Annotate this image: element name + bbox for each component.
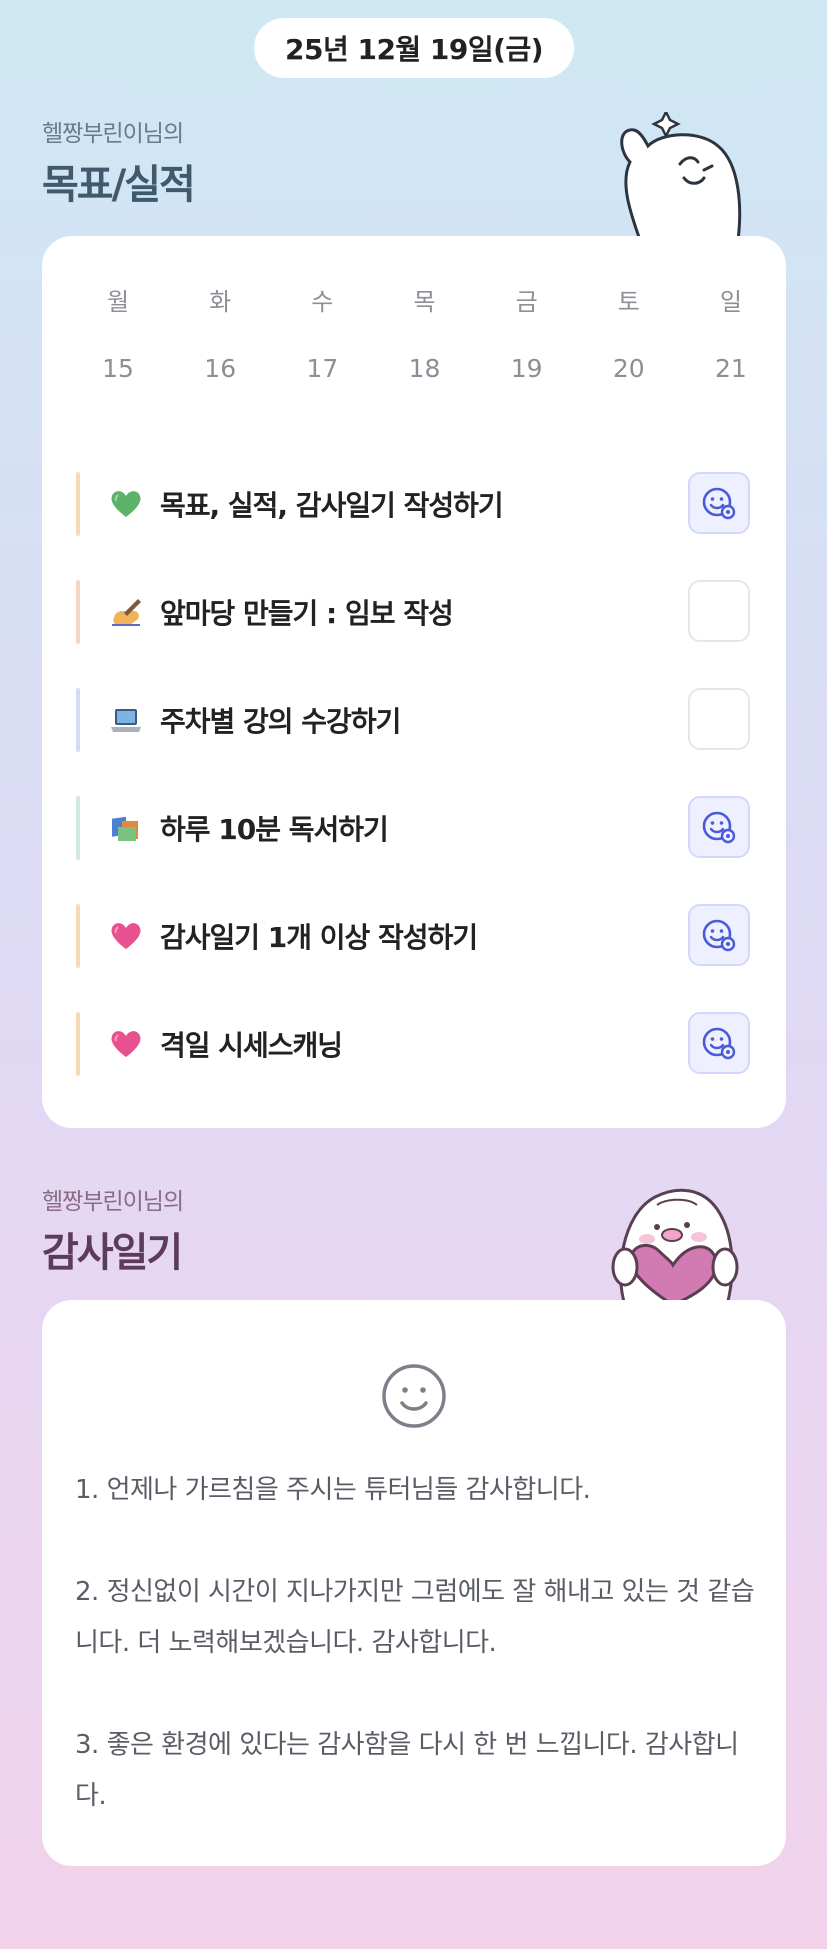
goal-check-button[interactable] bbox=[688, 472, 750, 534]
smile-check-icon bbox=[702, 487, 736, 520]
goal-check-button[interactable] bbox=[688, 904, 750, 966]
day-number-row: 15 16 17 18 19 20 21 bbox=[67, 354, 782, 383]
diary-entry: 2. 정신없이 시간이 지나가지만 그럼에도 잘 해내고 있는 것 같습니다. … bbox=[75, 1577, 755, 1658]
weekday-wed: 수 bbox=[311, 288, 334, 316]
diary-section-header: 헬짱부린이님의 감사일기 bbox=[42, 1182, 184, 1278]
goal-row: 앞마당 만들기 : 임보 작성 bbox=[76, 558, 756, 666]
goal-text: 앞마당 만들기 : 임보 작성 bbox=[160, 597, 454, 630]
goals-card: 월 화 수 목 금 토 일 15 16 17 18 19 20 21 목표, 실… bbox=[42, 236, 786, 1128]
day-16[interactable]: 16 bbox=[169, 354, 271, 383]
weekday-thu: 목 bbox=[413, 288, 436, 316]
goal-color-bar bbox=[76, 688, 80, 752]
weekday-tue: 화 bbox=[209, 288, 232, 316]
weekday-mon: 월 bbox=[107, 288, 130, 316]
goal-row: 감사일기 1개 이상 작성하기 bbox=[76, 882, 756, 990]
goal-color-bar bbox=[76, 472, 80, 536]
goal-text: 하루 10분 독서하기 bbox=[160, 813, 389, 846]
date-pill[interactable]: 25년 12월 19일(금) bbox=[254, 18, 574, 78]
goal-list: 목표, 실적, 감사일기 작성하기 앞마당 만들기 : 임보 작성 주차별 강의… bbox=[76, 450, 756, 1098]
goal-text: 주차별 강의 수강하기 bbox=[160, 705, 401, 738]
smile-check-icon bbox=[702, 1027, 736, 1060]
heart-mascot-icon bbox=[611, 1188, 739, 1305]
laptop-icon bbox=[111, 709, 141, 732]
day-17[interactable]: 17 bbox=[271, 354, 373, 383]
green-heart-icon bbox=[111, 491, 141, 517]
goal-color-bar bbox=[76, 1012, 80, 1076]
writing-hand-icon bbox=[112, 599, 141, 626]
day-21[interactable]: 21 bbox=[680, 354, 782, 383]
pink-heart-icon bbox=[111, 1031, 141, 1057]
day-15[interactable]: 15 bbox=[67, 354, 169, 383]
weekday-sun: 일 bbox=[719, 288, 742, 316]
weekday-row: 월 화 수 목 금 토 일 bbox=[67, 282, 782, 317]
smile-face-icon[interactable] bbox=[381, 1363, 447, 1429]
smile-check-icon bbox=[702, 919, 736, 952]
goal-row: 하루 10분 독서하기 bbox=[76, 774, 756, 882]
goals-section-header: 헬짱부린이님의 목표/실적 bbox=[42, 114, 196, 210]
ghost-mascot-icon bbox=[620, 112, 742, 240]
diary-entries: 1. 언제나 가르침을 주시는 튜터님들 감사합니다. 2. 정신없이 시간이 … bbox=[75, 1465, 765, 1822]
goal-color-bar bbox=[76, 580, 80, 644]
goals-title: 목표/실적 bbox=[42, 162, 196, 208]
goal-check-button[interactable] bbox=[688, 688, 750, 750]
goal-check-button[interactable] bbox=[688, 1012, 750, 1074]
diary-subtitle: 헬짱부린이님의 bbox=[42, 1189, 184, 1215]
diary-entry: 1. 언제나 가르침을 주시는 튜터님들 감사합니다. bbox=[75, 1475, 591, 1505]
goal-text: 격일 시세스캐닝 bbox=[160, 1029, 343, 1062]
goals-subtitle: 헬짱부린이님의 bbox=[42, 121, 184, 147]
goal-color-bar bbox=[76, 796, 80, 860]
weekday-sat: 토 bbox=[617, 288, 640, 316]
pink-heart-icon bbox=[111, 923, 141, 949]
goal-row: 주차별 강의 수강하기 bbox=[76, 666, 756, 774]
goal-check-button[interactable] bbox=[688, 796, 750, 858]
diary-card: 1. 언제나 가르침을 주시는 튜터님들 감사합니다. 2. 정신없이 시간이 … bbox=[42, 1300, 786, 1866]
weekday-fri: 금 bbox=[515, 288, 538, 316]
day-19[interactable]: 19 bbox=[476, 354, 578, 383]
goal-row: 목표, 실적, 감사일기 작성하기 bbox=[76, 450, 756, 558]
goal-color-bar bbox=[76, 904, 80, 968]
diary-entry: 3. 좋은 환경에 있다는 감사함을 다시 한 번 느낍니다. 감사합니다. bbox=[75, 1730, 739, 1811]
day-18[interactable]: 18 bbox=[373, 354, 475, 383]
goal-check-button[interactable] bbox=[688, 580, 750, 642]
goal-row: 격일 시세스캐닝 bbox=[76, 990, 756, 1098]
books-icon bbox=[112, 816, 138, 841]
smile-check-icon bbox=[702, 811, 736, 844]
goal-text: 목표, 실적, 감사일기 작성하기 bbox=[160, 489, 504, 522]
diary-title: 감사일기 bbox=[42, 1230, 183, 1276]
day-20[interactable]: 20 bbox=[578, 354, 680, 383]
goal-text: 감사일기 1개 이상 작성하기 bbox=[160, 921, 478, 954]
